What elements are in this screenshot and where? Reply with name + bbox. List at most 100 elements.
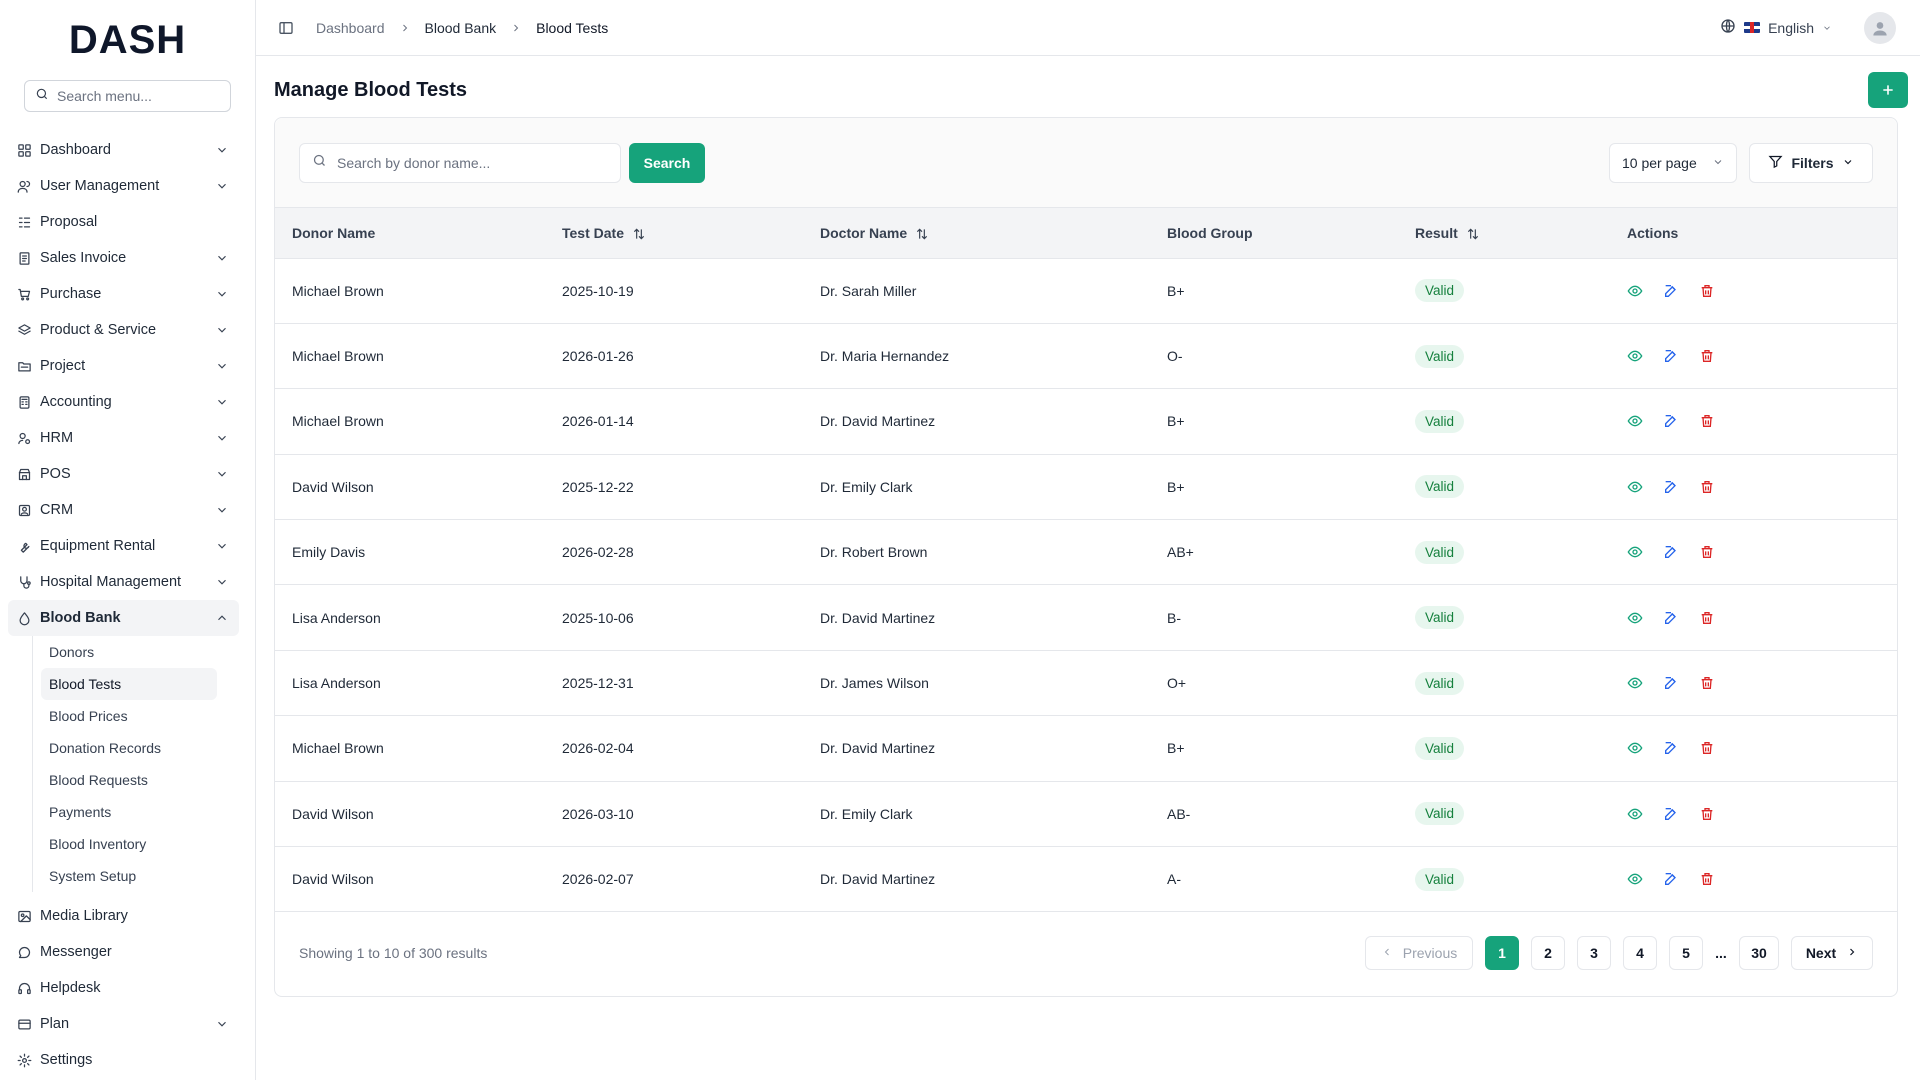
delete-icon[interactable] [1699,871,1715,887]
sidebar-item-blood-bank[interactable]: Blood Bank [8,600,239,636]
submenu-item-blood-prices[interactable]: Blood Prices [41,700,239,732]
submenu-item-blood-tests[interactable]: Blood Tests [41,668,217,700]
sidebar-item-dashboard[interactable]: Dashboard [16,132,239,168]
delete-icon[interactable] [1699,610,1715,626]
sidebar-item-user-management[interactable]: User Management [16,168,239,204]
edit-icon[interactable] [1663,806,1679,822]
sidebar-item-purchase[interactable]: Purchase [16,276,239,312]
sidebar-item-hrm[interactable]: HRM [16,420,239,456]
search-button[interactable]: Search [629,142,705,183]
breadcrumb-blood-bank[interactable]: Blood Bank [425,20,497,36]
sidebar-item-media-library[interactable]: Media Library [16,898,239,934]
actions-cell [1610,585,1897,650]
submenu-item-blood-inventory[interactable]: Blood Inventory [41,828,239,860]
previous-page-button[interactable]: Previous [1365,936,1473,970]
donor-name-cell: Lisa Anderson [292,609,381,626]
language-selector[interactable]: English [1720,18,1832,37]
submenu-item-system-setup[interactable]: System Setup [41,860,239,892]
submenu-item-payments[interactable]: Payments [41,796,239,828]
donor-search-box[interactable] [299,142,621,183]
page-button-last[interactable]: 30 [1739,936,1779,970]
sidebar-item-hospital-management[interactable]: Hospital Management [16,564,239,600]
page-button-4[interactable]: 4 [1623,936,1657,970]
sidebar-item-crm[interactable]: CRM [16,492,239,528]
donor-search-input[interactable] [337,154,597,171]
column-header-test-date[interactable]: Test Date [545,208,803,259]
per-page-select[interactable]: 10 per page [1609,142,1737,183]
page-button-3[interactable]: 3 [1577,936,1611,970]
view-icon[interactable] [1627,610,1643,626]
delete-icon[interactable] [1699,413,1715,429]
view-icon[interactable] [1627,740,1643,756]
sidebar-item-helpdesk[interactable]: Helpdesk [16,970,239,1006]
menu-search-input[interactable] [57,88,237,104]
filters-button[interactable]: Filters [1749,142,1873,183]
sidebar-toggle-icon[interactable] [276,18,296,38]
chevron-down-icon [215,287,229,301]
view-icon[interactable] [1627,413,1643,429]
sort-icon[interactable] [915,227,929,241]
sort-icon[interactable] [632,227,646,241]
view-icon[interactable] [1627,871,1643,887]
delete-icon[interactable] [1699,348,1715,364]
sidebar-item-sales-invoice[interactable]: Sales Invoice [16,240,239,276]
column-header-doctor-name[interactable]: Doctor Name [803,208,1150,259]
sidebar-item-pos[interactable]: POS [16,456,239,492]
view-icon[interactable] [1627,544,1643,560]
test-date-cell: 2026-02-04 [562,740,634,757]
view-icon[interactable] [1627,348,1643,364]
avatar[interactable] [1864,11,1896,44]
result-cell: Valid [1398,650,1610,715]
edit-icon[interactable] [1663,413,1679,429]
column-header-result[interactable]: Result [1398,208,1610,259]
delete-icon[interactable] [1699,283,1715,299]
delete-icon[interactable] [1699,740,1715,756]
edit-icon[interactable] [1663,283,1679,299]
delete-icon[interactable] [1699,479,1715,495]
menu-search[interactable] [24,80,237,112]
edit-icon[interactable] [1663,348,1679,364]
sidebar-item-project[interactable]: Project [16,348,239,384]
page-button-5[interactable]: 5 [1669,936,1703,970]
folder-icon [16,358,32,374]
sidebar-item-product-service[interactable]: Product & Service [16,312,239,348]
result-cell: Valid [1398,781,1610,846]
logo[interactable]: DASH [16,0,239,80]
view-icon[interactable] [1627,479,1643,495]
sidebar-item-messenger[interactable]: Messenger [16,934,239,970]
sort-icon[interactable] [1466,227,1480,241]
delete-icon[interactable] [1699,675,1715,691]
view-icon[interactable] [1627,283,1643,299]
test-date-cell: 2026-01-26 [562,348,634,365]
table-row: David Wilson 2026-03-10 Dr. Emily Clark AB-… [275,781,1897,847]
sidebar-item-accounting[interactable]: Accounting [16,384,239,420]
add-blood-test-button[interactable] [1868,72,1908,108]
doctor-name-cell: Dr. David Martinez [820,871,936,888]
sidebar-item-settings[interactable]: Settings [16,1042,239,1078]
sidebar-item-plan[interactable]: Plan [16,1006,239,1042]
page-button-2[interactable]: 2 [1531,936,1565,970]
sidebar-item-label: Messenger [40,944,112,960]
search-icon [312,153,327,173]
sidebar-item-proposal[interactable]: Proposal [16,204,239,240]
breadcrumb-dashboard[interactable]: Dashboard [316,20,385,36]
submenu-item-donors[interactable]: Donors [41,636,239,668]
page-button-1[interactable]: 1 [1485,936,1519,970]
results-summary: Showing 1 to 10 of 300 results [299,945,488,961]
donor-name-cell: Emily Davis [292,544,366,561]
submenu-item-blood-requests[interactable]: Blood Requests [41,764,239,796]
delete-icon[interactable] [1699,544,1715,560]
view-icon[interactable] [1627,806,1643,822]
edit-icon[interactable] [1663,871,1679,887]
sidebar-item-equipment-rental[interactable]: Equipment Rental [16,528,239,564]
view-icon[interactable] [1627,675,1643,691]
edit-icon[interactable] [1663,610,1679,626]
layers-icon [16,322,32,338]
edit-icon[interactable] [1663,544,1679,560]
edit-icon[interactable] [1663,675,1679,691]
delete-icon[interactable] [1699,806,1715,822]
edit-icon[interactable] [1663,740,1679,756]
edit-icon[interactable] [1663,479,1679,495]
submenu-item-donation-records[interactable]: Donation Records [41,732,239,764]
next-page-button[interactable]: Next [1791,936,1873,970]
